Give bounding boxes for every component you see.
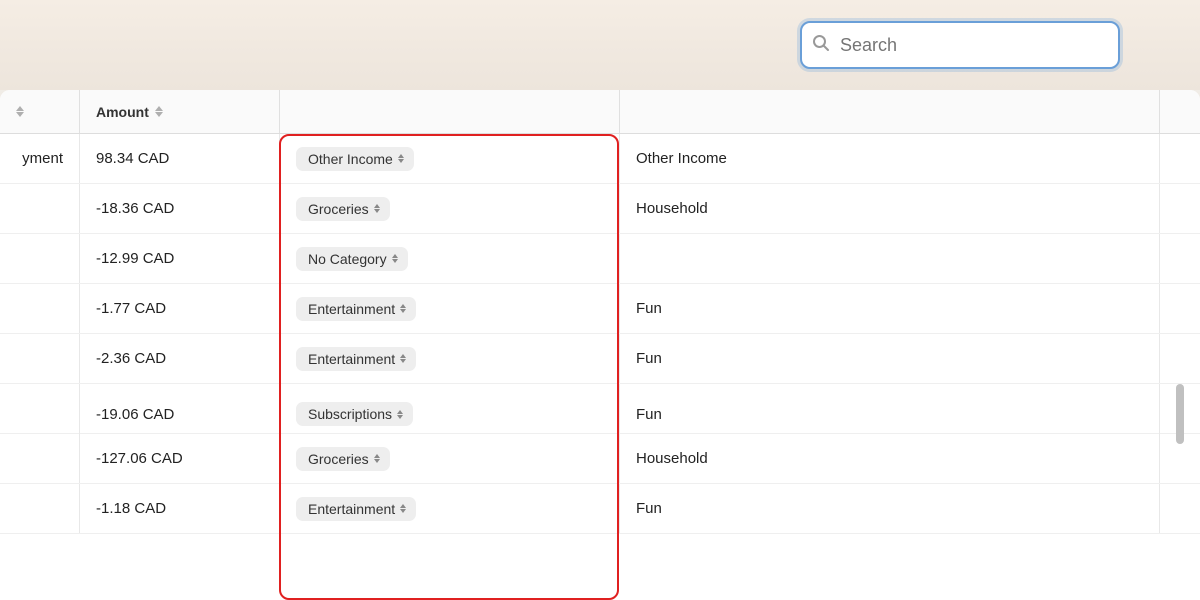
badge-chevron-icon	[400, 504, 406, 513]
badge-chevron-icon	[397, 410, 403, 419]
table-row: -1.18 CAD Entertainment Fun	[0, 484, 1200, 534]
row-category[interactable]: Groceries	[280, 184, 620, 233]
category-badge[interactable]: No Category	[296, 247, 408, 271]
row-group: Other Income	[620, 134, 1160, 183]
row-scroll	[1160, 184, 1200, 233]
sort-icon	[16, 106, 24, 117]
amount-sort-icon	[155, 106, 163, 117]
badge-chevron-icon	[398, 154, 404, 163]
top-bar	[0, 0, 1200, 90]
col-sort-header[interactable]	[0, 90, 80, 133]
row-scroll	[1160, 234, 1200, 283]
table-row: -127.06 CAD Groceries Household	[0, 434, 1200, 484]
row-category[interactable]: Entertainment	[280, 334, 620, 383]
category-badge[interactable]: Groceries	[296, 447, 390, 471]
row-category[interactable]: No Category	[280, 234, 620, 283]
row-scroll	[1160, 284, 1200, 333]
row-group	[620, 234, 1160, 283]
table-row: -2.36 CAD Entertainment Fun	[0, 334, 1200, 384]
category-badge[interactable]: Other Income	[296, 147, 414, 171]
row-amount: -127.06 CAD	[80, 434, 280, 483]
row-category[interactable]: Other Income	[280, 134, 620, 183]
row-label	[0, 184, 80, 233]
row-category[interactable]: Groceries	[280, 434, 620, 483]
row-group: Household	[620, 434, 1160, 483]
row-label	[0, 284, 80, 333]
row-label	[0, 334, 80, 383]
col-category-header	[280, 90, 620, 133]
category-badge[interactable]: Entertainment	[296, 297, 416, 321]
row-category[interactable]: Entertainment	[280, 484, 620, 533]
row-scroll	[1160, 334, 1200, 383]
table-row: -19.06 CAD Subscriptions Fun	[0, 384, 1200, 434]
col-scroll-header	[1160, 90, 1200, 133]
row-group: Fun	[620, 334, 1160, 383]
category-badge[interactable]: Entertainment	[296, 497, 416, 521]
badge-chevron-icon	[400, 354, 406, 363]
row-group: Fun	[620, 484, 1160, 533]
row-amount: 98.34 CAD	[80, 134, 280, 183]
search-input[interactable]	[800, 21, 1120, 69]
row-label	[0, 484, 80, 533]
badge-chevron-icon	[400, 304, 406, 313]
row-group: Household	[620, 184, 1160, 233]
table-row: -1.77 CAD Entertainment Fun	[0, 284, 1200, 334]
badge-chevron-icon	[392, 254, 398, 263]
row-amount: -1.77 CAD	[80, 284, 280, 333]
table-row: -18.36 CAD Groceries Household	[0, 184, 1200, 234]
search-container	[800, 21, 1120, 69]
col-group-header	[620, 90, 1160, 133]
row-amount: -18.36 CAD	[80, 184, 280, 233]
table-row: -12.99 CAD No Category	[0, 234, 1200, 284]
row-scroll	[1160, 484, 1200, 533]
category-badge[interactable]: Groceries	[296, 197, 390, 221]
row-scroll	[1160, 434, 1200, 483]
table-area: Amount yment 98.34 CAD Other Income	[0, 90, 1200, 600]
category-badge[interactable]: Subscriptions	[296, 402, 413, 426]
row-label	[0, 234, 80, 283]
row-amount: -2.36 CAD	[80, 334, 280, 383]
row-amount: -12.99 CAD	[80, 234, 280, 283]
row-category[interactable]: Entertainment	[280, 284, 620, 333]
table-header: Amount	[0, 90, 1200, 134]
table-row: yment 98.34 CAD Other Income Other Incom…	[0, 134, 1200, 184]
category-badge[interactable]: Entertainment	[296, 347, 416, 371]
row-scroll	[1160, 134, 1200, 183]
row-group: Fun	[620, 284, 1160, 333]
row-label	[0, 434, 80, 483]
row-label: yment	[0, 134, 80, 183]
col-amount-header[interactable]: Amount	[80, 90, 280, 133]
amount-header-label: Amount	[96, 104, 149, 120]
table-body: yment 98.34 CAD Other Income Other Incom…	[0, 134, 1200, 600]
row-amount: -1.18 CAD	[80, 484, 280, 533]
badge-chevron-icon	[374, 454, 380, 463]
badge-chevron-icon	[374, 204, 380, 213]
